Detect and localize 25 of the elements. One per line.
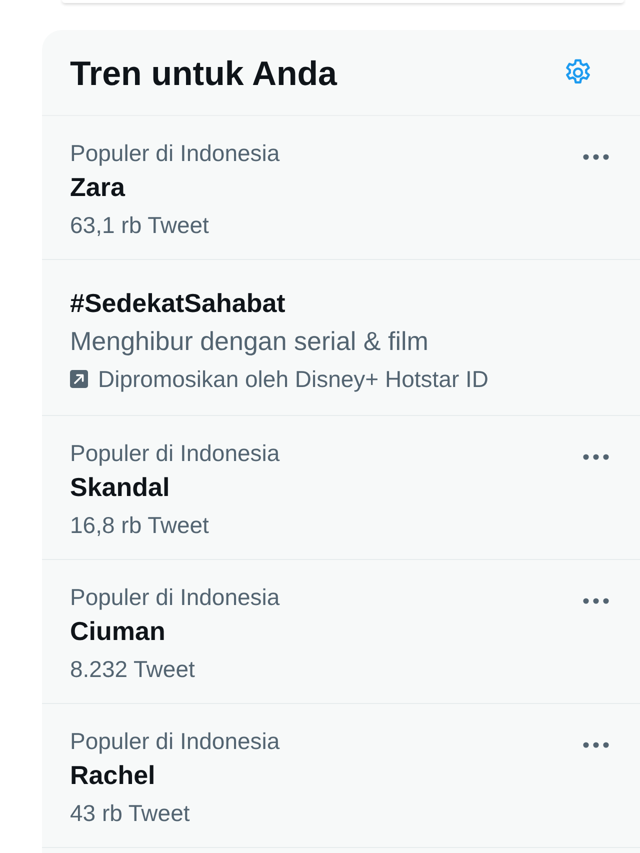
more-icon[interactable] xyxy=(583,154,609,160)
trend-name: Zara xyxy=(70,171,125,204)
trend-context: Populer di Indonesia xyxy=(70,139,280,167)
trend-item[interactable]: Populer di Indonesia Zara 63,1 rb Tweet xyxy=(42,116,640,260)
trend-context: Populer di Indonesia xyxy=(70,439,280,467)
tweet-count: 43 rb Tweet xyxy=(70,799,190,828)
tweet-count: 63,1 rb Tweet xyxy=(70,211,209,240)
panel-title: Tren untuk Anda xyxy=(70,56,337,92)
promoted-by-label: Dipromosikan oleh Disney+ Hotstar ID xyxy=(98,365,489,393)
more-icon[interactable] xyxy=(583,454,609,460)
trend-name: Skandal xyxy=(70,471,170,504)
trend-context: Populer di Indonesia xyxy=(70,583,280,611)
trend-item[interactable]: Populer di Indonesia Rachel 43 rb Tweet xyxy=(42,704,640,848)
hashtag-name: #SedekatSahabat xyxy=(70,287,286,320)
tweet-count: 8.232 Tweet xyxy=(70,655,195,684)
trend-item[interactable]: Populer di Indonesia Ciuman 8.232 Tweet xyxy=(42,560,640,704)
trend-name: Ciuman xyxy=(70,615,166,648)
promoted-trend-item[interactable]: #SedekatSahabat Menghibur dengan serial & film Dipromosikan oleh Disney+ Hotstar ID xyxy=(42,260,640,416)
more-icon[interactable] xyxy=(583,598,609,604)
trend-description: Menghibur dengan serial & film xyxy=(70,325,428,358)
tweet-count: 16,8 rb Tweet xyxy=(70,511,209,540)
trend-item[interactable]: Populer di Indonesia Skandal 16,8 rb Tweet xyxy=(42,416,640,560)
trend-name: Rachel xyxy=(70,759,156,792)
trend-context: Populer di Indonesia xyxy=(70,727,280,755)
more-icon[interactable] xyxy=(583,742,609,748)
